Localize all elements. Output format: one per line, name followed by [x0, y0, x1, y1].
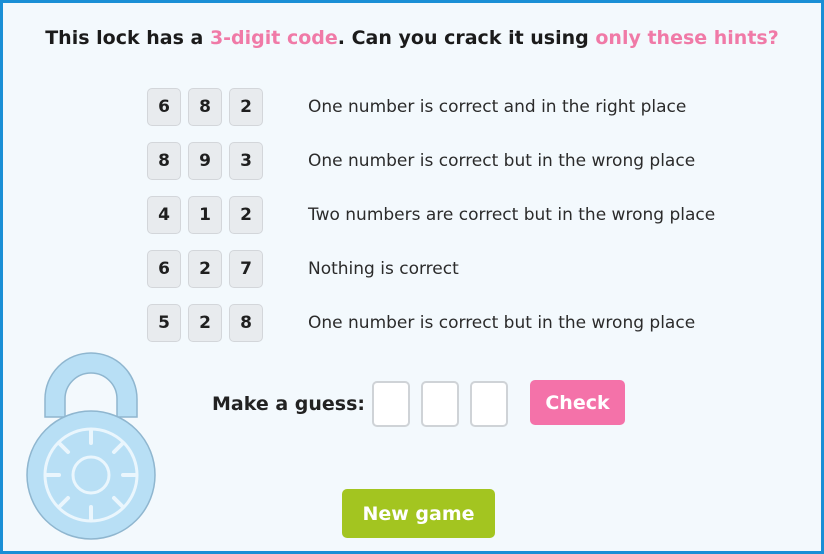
hint-digit: 1: [188, 196, 222, 234]
hint-digit: 2: [229, 196, 263, 234]
hint-text: Two numbers are correct but in the wrong…: [308, 205, 716, 225]
hint-digit: 6: [147, 88, 181, 126]
hint-digit: 5: [147, 304, 181, 342]
hint-text: Nothing is correct: [308, 259, 459, 279]
puzzle-prompt: This lock has a 3-digit code. Can you cr…: [3, 27, 821, 49]
padlock-icon: [26, 352, 156, 540]
hint-row: 6 2 7 Nothing is correct: [147, 248, 459, 290]
hint-digit: 8: [188, 88, 222, 126]
prompt-highlight-hints: only these hints?: [595, 27, 779, 49]
hint-digit: 8: [229, 304, 263, 342]
hint-row: 8 9 3 One number is correct but in the w…: [147, 140, 695, 182]
prompt-text-start: This lock has a: [45, 27, 210, 49]
guess-digit-3-input[interactable]: [470, 381, 508, 427]
prompt-text-middle: . Can you crack it using: [337, 27, 596, 49]
hint-digit: 7: [229, 250, 263, 288]
game-panel: This lock has a 3-digit code. Can you cr…: [0, 0, 824, 554]
guess-digit-1-input[interactable]: [372, 381, 410, 427]
check-button[interactable]: Check: [530, 380, 625, 425]
hint-digit: 2: [229, 88, 263, 126]
hint-digit: 3: [229, 142, 263, 180]
hint-text: One number is correct but in the wrong p…: [308, 151, 696, 171]
guess-label: Make a guess:: [212, 393, 366, 415]
hint-digit: 9: [188, 142, 222, 180]
hint-digit: 2: [188, 250, 222, 288]
hint-row: 6 8 2 One number is correct and in the r…: [147, 86, 686, 128]
hint-row: 4 1 2 Two numbers are correct but in the…: [147, 194, 715, 236]
hint-digit: 4: [147, 196, 181, 234]
guess-digit-2-input[interactable]: [421, 381, 459, 427]
hint-digit: 6: [147, 250, 181, 288]
hint-text: One number is correct and in the right p…: [308, 97, 687, 117]
hint-digit: 2: [188, 304, 222, 342]
prompt-highlight-code: 3-digit code: [209, 27, 338, 49]
hint-text: One number is correct but in the wrong p…: [308, 313, 696, 333]
hint-digit: 8: [147, 142, 181, 180]
new-game-button[interactable]: New game: [342, 489, 495, 538]
hint-row: 5 2 8 One number is correct but in the w…: [147, 302, 695, 344]
